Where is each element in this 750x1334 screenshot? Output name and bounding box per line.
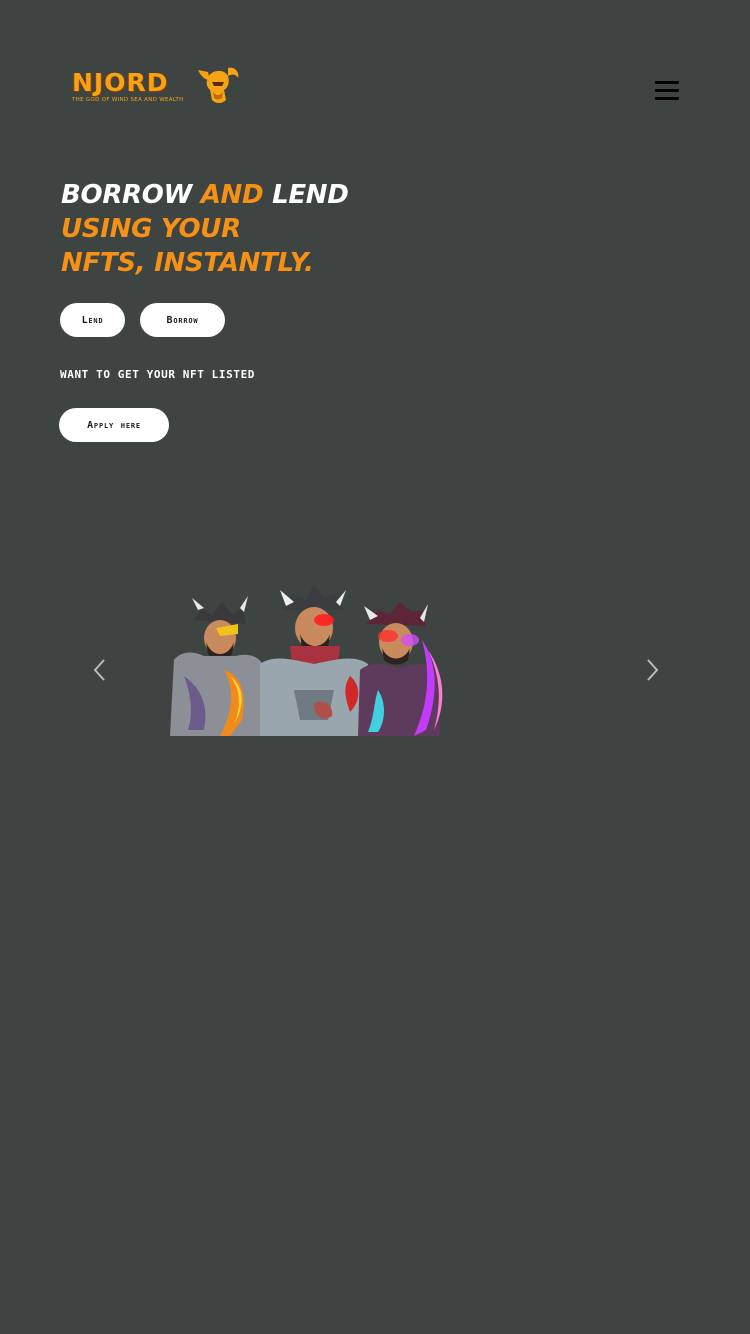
headline-line-2: USING YOUR [61,214,241,244]
lend-button[interactable]: Lend [60,303,125,337]
menu-button[interactable] [655,81,681,103]
hamburger-menu-icon [655,97,679,100]
warrior-right [358,602,443,736]
headline-word-lend: LEND [272,180,349,210]
nft-carousel [80,560,670,760]
borrow-button[interactable]: Borrow [140,303,225,337]
hamburger-menu-icon [655,89,679,92]
headline-line-1: BORROW AND LEND [61,178,349,212]
carousel-next-button[interactable] [642,658,662,682]
warrior-middle [260,584,370,736]
njord-logo[interactable]: NJORD THE GOD OF WIND SEA AND WEALTH [70,64,250,110]
warrior-left [170,596,268,736]
nft-warriors-image [170,584,443,736]
page: NJORD THE GOD OF WIND SEA AND WEALTH BOR… [0,0,750,1334]
viking-helmet-icon [198,67,239,103]
chevron-right-icon [647,659,659,681]
hero-headline: BORROW AND LEND USING YOUR NFTS, INSTANT… [61,178,349,280]
apply-here-button[interactable]: Apply here [59,408,169,442]
logo-wordmark: NJORD [72,68,169,97]
headline-line-3: NFTS, INSTANTLY. [61,248,314,278]
headline-word-and: AND [200,180,264,210]
carousel-prev-button[interactable] [90,658,110,682]
chevron-left-icon [93,659,105,681]
headline-word-borrow: BORROW [61,180,192,210]
hamburger-menu-icon [655,81,679,84]
logo-tagline: THE GOD OF WIND SEA AND WEALTH [72,97,184,103]
listing-prompt: WANT TO GET YOUR NFT LISTED [60,368,256,381]
